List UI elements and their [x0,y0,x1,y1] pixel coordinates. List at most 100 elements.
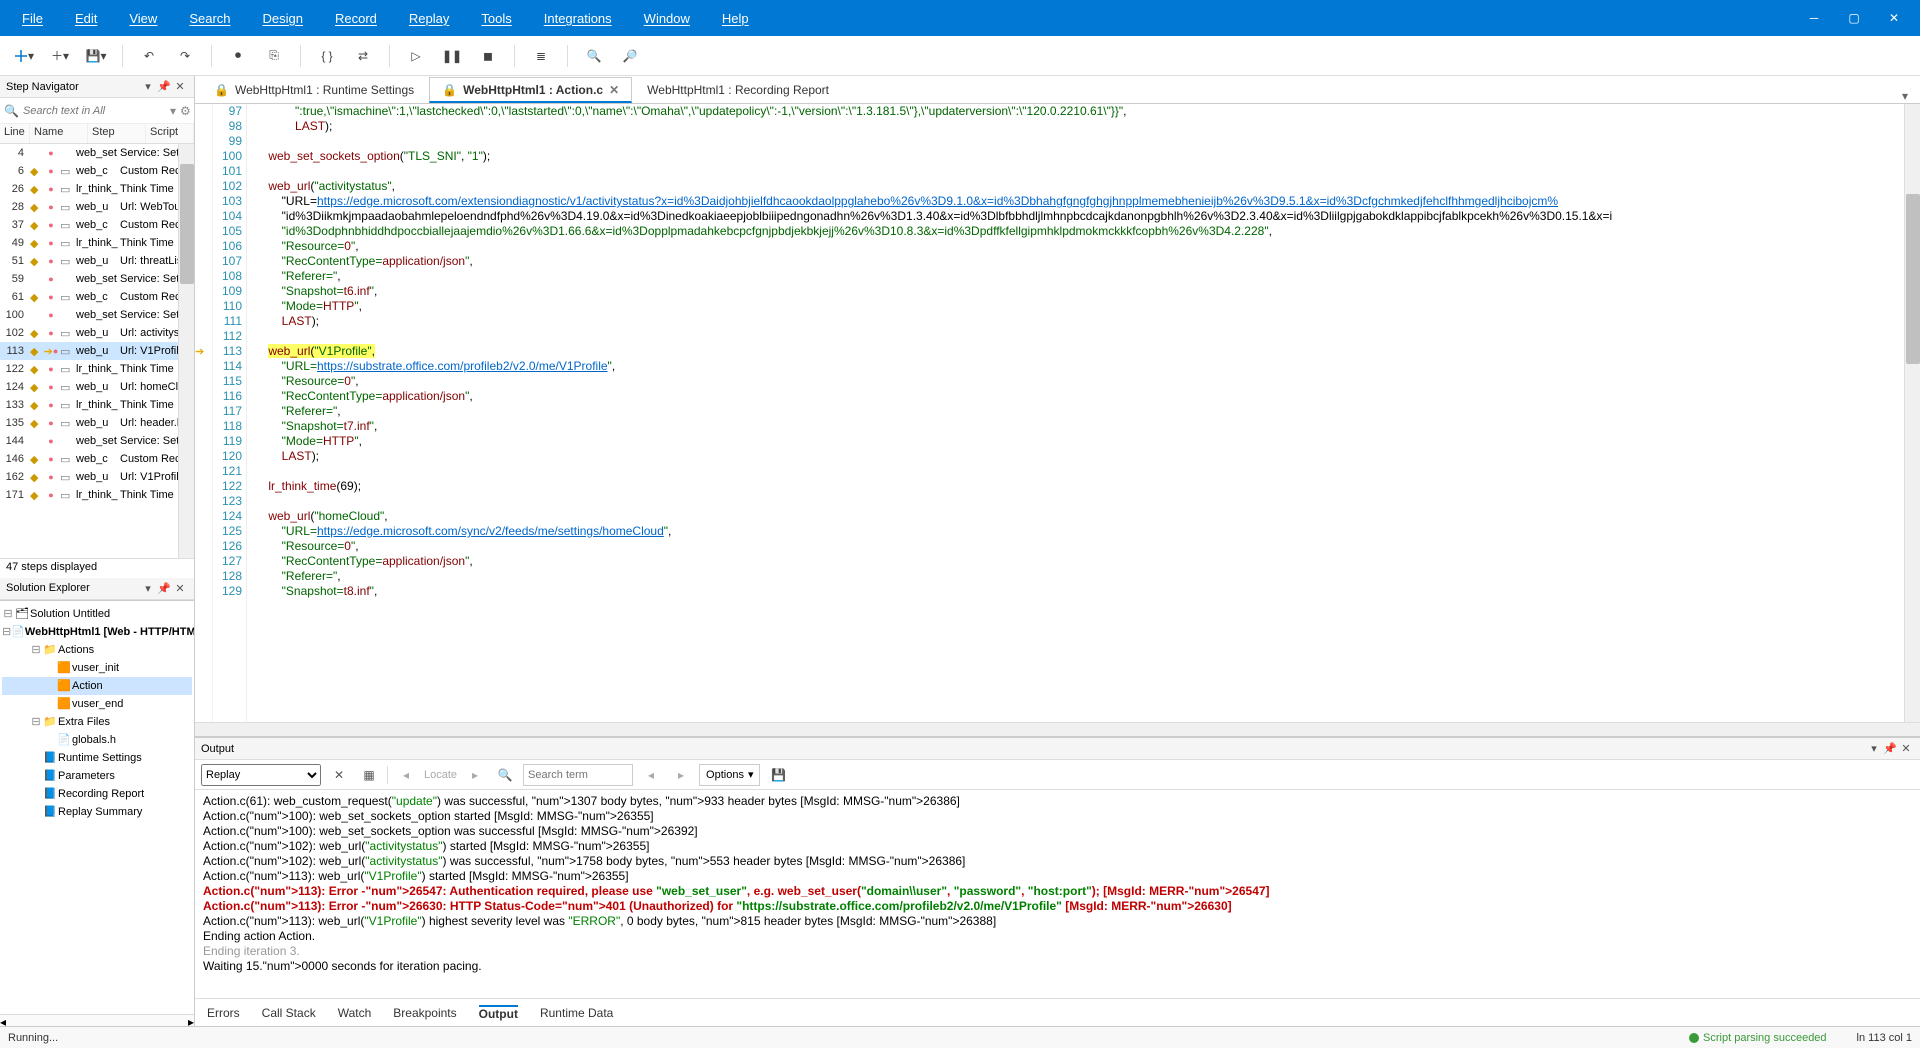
left-hscroll[interactable]: ◂▸ [0,1014,194,1026]
panel-dropdown-icon[interactable]: ▾ [140,580,156,596]
step-row[interactable]: 122◆●▭lr_think_Think TimeAction [0,360,194,378]
step-list[interactable]: 4●web_setService: SetAction6◆●▭web_cCust… [0,144,194,558]
output-scope-select[interactable]: Replay [201,764,321,786]
clear-output-icon[interactable]: ✕ [327,764,351,786]
step-row[interactable]: 6◆●▭web_cCustom RecAction [0,162,194,180]
tab[interactable]: WebHttpHtml1 : Recording Report [634,77,842,103]
compile-button[interactable]: ⎘ [258,42,290,70]
solution-root[interactable]: ⊟🗂Solution Untitled [2,605,192,623]
step-row[interactable]: 146◆●▭web_cCustom RecAction [0,450,194,468]
sync-button[interactable]: ⇄ [347,42,379,70]
record-button[interactable]: ⏺ [222,42,254,70]
code-editor[interactable]: ➔ 97989910010110210310410510610710810911… [195,104,1920,722]
menu-tools[interactable]: Tools [465,0,527,36]
close-button[interactable]: ✕ [1874,4,1914,32]
maximize-button[interactable]: ▢ [1834,4,1874,32]
action-vuser_init[interactable]: 🟧vuser_init [2,659,192,677]
step-row[interactable]: 49◆●▭lr_think_Think TimeAction [0,234,194,252]
step-row[interactable]: 113◆➔●▭web_uUrl: V1ProfilAction [0,342,194,360]
menu-view[interactable]: View [113,0,173,36]
stop-button[interactable]: ◼ [472,42,504,70]
close-tab-icon[interactable]: ✕ [609,83,619,97]
output-tab-breakpoints[interactable]: Breakpoints [393,1006,456,1020]
step-row[interactable]: 37◆●▭web_cCustom RecAction [0,216,194,234]
play-button[interactable]: ▷ [400,42,432,70]
save-dropdown[interactable]: 💾▾ [80,42,112,70]
panel-pin-icon[interactable]: 📌 [156,580,172,596]
menu-file[interactable]: File [6,0,59,36]
redo-button[interactable]: ↷ [169,42,201,70]
filter-icon[interactable]: ⚙ [180,104,191,118]
panel-pin-icon[interactable]: 📌 [156,79,172,95]
step-row[interactable]: 124◆●▭web_uUrl: homeClAction [0,378,194,396]
panel-close-icon[interactable]: ✕ [172,580,188,596]
actions-folder[interactable]: ⊟📁Actions [2,641,192,659]
panel-pin-icon[interactable]: 📌 [1882,741,1898,757]
extra-files-folder[interactable]: ⊟📁Extra Files [2,713,192,731]
menu-edit[interactable]: Edit [59,0,113,36]
step-list-button[interactable]: ≣ [525,42,557,70]
menu-help[interactable]: Help [706,0,765,36]
step-row[interactable]: 102◆●▭web_uUrl: activitysAction [0,324,194,342]
search-next-icon[interactable]: ▸ [669,764,693,786]
menu-window[interactable]: Window [628,0,706,36]
pause-button[interactable]: ❚❚ [436,42,468,70]
output-tab-call-stack[interactable]: Call Stack [262,1006,316,1020]
step-row[interactable]: 171◆●▭lr_think_Think TimeAction [0,486,194,504]
output-search-icon[interactable]: 🔍 [493,764,517,786]
step-row[interactable]: 162◆●▭web_uUrl: V1ProfileAction [0,468,194,486]
step-row[interactable]: 28◆●▭web_uUrl: WebTouAction [0,198,194,216]
step-row[interactable]: 144●web_setService: SetAction [0,432,194,450]
step-row[interactable]: 51◆●▭web_uUrl: threatLisAction [0,252,194,270]
panel-close-icon[interactable]: ✕ [1898,741,1914,757]
output-options-dropdown[interactable]: Options▾ [699,764,760,786]
menu-integrations[interactable]: Integrations [528,0,628,36]
step-search-input[interactable] [23,101,166,121]
menu-replay[interactable]: Replay [393,0,465,36]
action-Action[interactable]: 🟧Action [2,677,192,695]
braces-button[interactable]: { } [311,42,343,70]
script-node[interactable]: ⊟📄WebHttpHtml1 [Web - HTTP/HTML] [2,623,192,641]
output-tab-watch[interactable]: Watch [338,1006,372,1020]
step-row[interactable]: 4●web_setService: SetAction [0,144,194,162]
item-replay-summary[interactable]: 📘Replay Summary [2,803,192,821]
step-row[interactable]: 26◆●▭lr_think_Think TimeAction [0,180,194,198]
step-row[interactable]: 61◆●▭web_cCustom RecAction [0,288,194,306]
menu-record[interactable]: Record [319,0,393,36]
panel-close-icon[interactable]: ✕ [172,79,188,95]
output-tab-errors[interactable]: Errors [207,1006,240,1020]
search-dropdown-icon[interactable]: ▾ [170,104,176,118]
editor-hscroll[interactable] [195,722,1920,736]
menu-search[interactable]: Search [173,0,246,36]
step-row[interactable]: 133◆●▭lr_think_Think TimeAction [0,396,194,414]
item-parameters[interactable]: 📘Parameters [2,767,192,785]
output-tab-runtime-data[interactable]: Runtime Data [540,1006,613,1020]
search-next-button[interactable]: 🔎 [614,42,646,70]
new-dropdown[interactable]: ▾ [8,42,40,70]
search-prev-icon[interactable]: ◂ [639,764,663,786]
panel-dropdown-icon[interactable]: ▾ [140,79,156,95]
step-row[interactable]: 59●web_setService: SetAction [0,270,194,288]
output-tab-output[interactable]: Output [479,1005,518,1021]
locate-prev-icon[interactable]: ◂ [394,764,418,786]
extra-globals.h[interactable]: 📄globals.h [2,731,192,749]
tab[interactable]: 🔒WebHttpHtml1 : Action.c✕ [429,77,632,103]
panel-dropdown-icon[interactable]: ▾ [1866,741,1882,757]
output-search-input[interactable] [523,764,633,786]
item-runtime-settings[interactable]: 📘Runtime Settings [2,749,192,767]
tab-overflow-icon[interactable]: ▾ [1896,89,1914,103]
minimize-button[interactable]: ─ [1794,4,1834,32]
search-tool-button[interactable]: 🔍 [578,42,610,70]
item-recording-report[interactable]: 📘Recording Report [2,785,192,803]
solution-tree[interactable]: ⊟🗂Solution Untitled⊟📄WebHttpHtml1 [Web -… [0,600,194,1015]
action-vuser_end[interactable]: 🟧vuser_end [2,695,192,713]
menu-design[interactable]: Design [247,0,319,36]
undo-button[interactable]: ↶ [133,42,165,70]
step-row[interactable]: 100●web_setService: SetAction [0,306,194,324]
output-log[interactable]: Action.c(61): web_custom_request("update… [195,790,1920,998]
save-output-icon[interactable]: 💾 [766,764,790,786]
add-dropdown[interactable]: ＋▾ [44,42,76,70]
locate-next-icon[interactable]: ▸ [463,764,487,786]
export-output-icon[interactable]: ▦ [357,764,381,786]
tab[interactable]: 🔒WebHttpHtml1 : Runtime Settings [201,77,427,103]
